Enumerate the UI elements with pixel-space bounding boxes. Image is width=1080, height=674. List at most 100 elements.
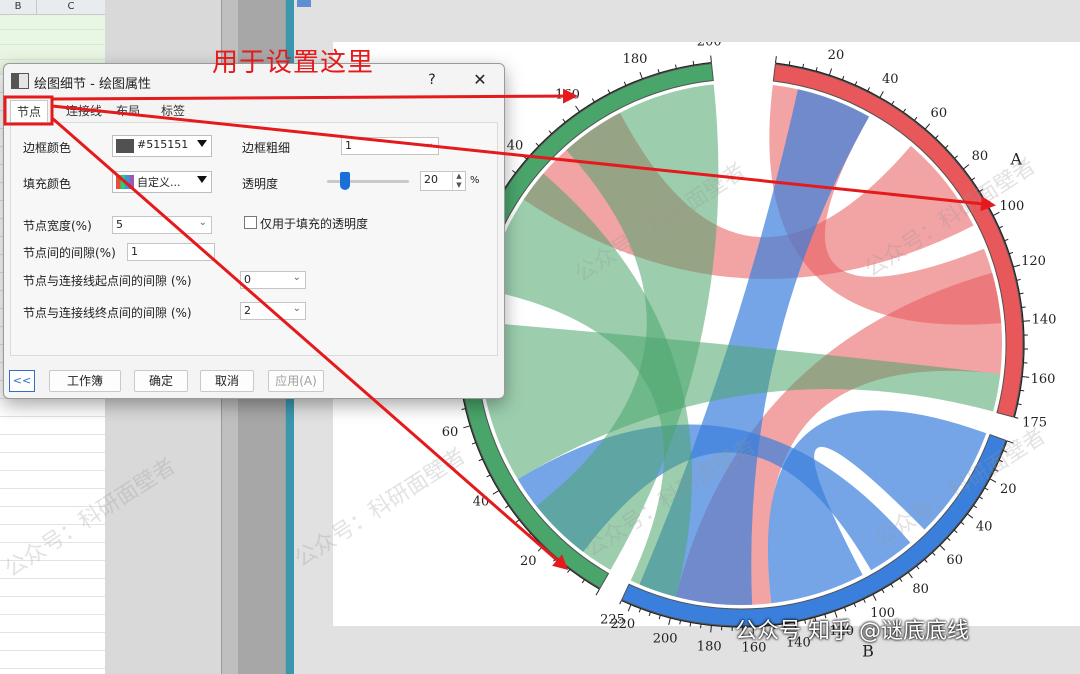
- tick-mark: [505, 505, 509, 509]
- tick-label: 60: [931, 106, 948, 121]
- help-button[interactable]: ?: [422, 70, 442, 90]
- tick-label: 40: [976, 519, 993, 534]
- border-width-select[interactable]: 1 ⌄: [341, 137, 439, 155]
- tab-layout[interactable]: 布局: [116, 102, 140, 120]
- fill-color-picker[interactable]: 自定义...: [112, 171, 212, 193]
- tick-mark: [971, 177, 976, 181]
- tick-mark: [939, 544, 946, 551]
- tick-label: 40: [473, 494, 490, 509]
- tick-mark: [567, 569, 571, 573]
- column-header-c[interactable]: C: [37, 0, 106, 15]
- start-gap-select[interactable]: 0 ⌄: [240, 271, 306, 289]
- tab-nodes[interactable]: 节点: [10, 100, 49, 123]
- tick-mark: [984, 487, 989, 491]
- tick-mark: [1020, 389, 1025, 392]
- tick-mark: [881, 589, 885, 594]
- tick-mark: [998, 225, 1003, 229]
- tick-label: 175: [1022, 416, 1047, 431]
- fill-color-label: 填充颜色: [23, 177, 72, 191]
- tick-label: 160: [555, 87, 580, 102]
- tick-mark: [623, 81, 627, 86]
- collapse-toggle-button[interactable]: <<: [9, 370, 35, 392]
- tick-mark: [953, 529, 958, 534]
- tick-mark: [648, 611, 651, 617]
- tick-mark: [986, 200, 991, 204]
- tick-mark: [537, 545, 544, 552]
- tick-mark: [710, 55, 712, 63]
- tick-label: 40: [882, 72, 899, 87]
- tick-label: 60: [442, 425, 459, 440]
- annotation-text: 用于设置这里: [212, 48, 375, 78]
- border-color-label: 边框颜色: [23, 141, 72, 155]
- border-width-value: 1: [345, 139, 352, 152]
- chevron-down-icon: [197, 140, 207, 147]
- tick-mark: [700, 624, 702, 629]
- cancel-button[interactable]: 取消: [200, 370, 254, 392]
- node-width-value: 5: [116, 218, 123, 231]
- node-label: A: [1009, 149, 1022, 168]
- tick-mark: [591, 98, 595, 103]
- tick-mark: [1017, 403, 1022, 406]
- end-gap-select[interactable]: 2 ⌄: [240, 302, 306, 320]
- spin-arrows-icon[interactable]: ▲ ▼: [452, 172, 465, 190]
- tick-mark: [899, 578, 903, 582]
- end-gap-label: 节点与连接线终点间的间隙 (%): [23, 306, 192, 320]
- tick-mark: [607, 89, 611, 94]
- fill-only-opacity-checkbox[interactable]: [244, 216, 257, 229]
- tick-mark: [946, 537, 951, 541]
- app-icon: [11, 73, 29, 89]
- border-color-picker[interactable]: #515151: [112, 135, 212, 157]
- tick-mark: [512, 170, 516, 174]
- opacity-slider-handle[interactable]: [340, 172, 350, 190]
- tick-label: 120: [1021, 254, 1046, 269]
- tick-mark: [916, 565, 920, 570]
- tick-mark: [581, 579, 585, 584]
- border-width-label: 边框粗细: [242, 141, 291, 155]
- tick-mark: [944, 144, 949, 149]
- tick-mark: [463, 425, 471, 429]
- tick-mark: [657, 69, 660, 74]
- tick-mark: [1022, 376, 1030, 378]
- tick-label: 20: [1000, 482, 1017, 497]
- column-header-b[interactable]: B: [0, 0, 37, 15]
- tick-mark: [967, 513, 974, 519]
- opacity-spinbox[interactable]: 20 ▲ ▼: [420, 171, 466, 191]
- tab-links[interactable]: 连接线: [66, 102, 102, 120]
- tick-mark: [902, 108, 907, 113]
- border-color-value: #515151: [137, 138, 189, 151]
- node-gap-input[interactable]: 1: [127, 243, 215, 261]
- tick-mark: [1004, 238, 1009, 242]
- tick-label: 80: [912, 582, 929, 597]
- chord-ribbons: [480, 84, 1002, 606]
- tick-mark: [828, 68, 833, 76]
- color-swatch: [116, 175, 134, 189]
- tick-mark: [575, 105, 580, 112]
- tick-mark: [1013, 264, 1021, 268]
- tick-label: 160: [1031, 372, 1056, 387]
- tick-mark: [843, 607, 847, 612]
- tick-label: 180: [697, 639, 722, 654]
- tick-mark: [774, 56, 777, 64]
- tick-mark: [994, 469, 999, 472]
- ok-button[interactable]: 确定: [134, 370, 188, 392]
- tick-mark: [1021, 306, 1026, 309]
- tick-mark: [890, 583, 894, 588]
- tick-mark: [478, 458, 483, 462]
- tick-mark: [867, 87, 870, 92]
- chevron-down-icon: ⌄: [198, 217, 207, 228]
- tick-mark: [639, 72, 643, 79]
- graph-window-icon[interactable]: [297, 0, 311, 7]
- end-gap-value: 2: [244, 304, 251, 317]
- node-width-select[interactable]: 5 ⌄: [112, 216, 212, 234]
- dialog-title: 绘图细节 - 绘图属性: [34, 77, 151, 92]
- close-button[interactable]: ✕: [470, 70, 490, 90]
- opacity-label: 透明度: [242, 177, 279, 191]
- tick-mark: [674, 64, 677, 69]
- tick-mark: [973, 505, 978, 509]
- workbook-button[interactable]: 工作簿: [49, 370, 121, 392]
- tick-mark: [854, 81, 858, 86]
- tab-labels[interactable]: 标签: [161, 102, 185, 120]
- apply-button[interactable]: 应用(A): [268, 370, 324, 392]
- tick-mark: [710, 625, 712, 633]
- tick-mark: [595, 588, 600, 596]
